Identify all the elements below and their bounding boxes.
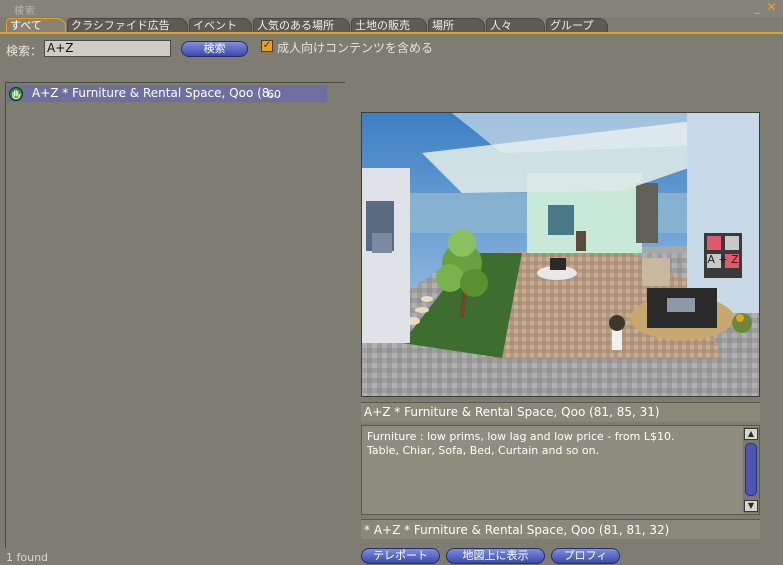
scroll-up-icon[interactable]: ▲: [744, 428, 758, 440]
tab-people[interactable]: 人々: [486, 18, 545, 32]
tab-divider: [0, 32, 783, 34]
tab-land-sales[interactable]: 土地の販売: [351, 18, 427, 32]
snapshot-scene: A + Z: [362, 113, 759, 396]
title-bar[interactable]: [0, 0, 783, 17]
parcel-location: * A+Z * Furniture & Rental Space, Qoo (8…: [361, 519, 760, 539]
tab-classifieds[interactable]: クラシファイド広告: [67, 18, 188, 32]
mature-content-checkbox[interactable]: ✓: [261, 40, 273, 52]
tab-popular-places[interactable]: 人気のある場所: [253, 18, 350, 32]
minimize-icon[interactable]: _: [751, 1, 764, 14]
teleport-button[interactable]: テレポート: [361, 548, 440, 564]
result-traffic: 60: [267, 88, 281, 101]
result-name: A+Z * Furniture & Rental Space, Qoo (8..…: [32, 86, 281, 100]
close-icon[interactable]: ✕: [765, 1, 778, 14]
tab-all[interactable]: すべて: [6, 18, 66, 32]
search-label: 検索：: [6, 44, 43, 58]
parcel-name: A+Z * Furniture & Rental Space, Qoo (81,…: [361, 402, 760, 422]
show-on-map-button[interactable]: 地図上に表示: [446, 548, 545, 564]
parcel-description[interactable]: Furniture : low prims, low lag and low p…: [361, 425, 760, 515]
description-line: Table, Chiar, Sofa, Bed, Curtain and so …: [367, 444, 600, 457]
profile-button[interactable]: プロフィ: [551, 548, 620, 564]
search-button[interactable]: 検索: [181, 41, 248, 57]
hand-icon: [9, 87, 23, 101]
tab-events[interactable]: イベント: [189, 18, 252, 32]
results-count: 1 found: [6, 551, 49, 564]
window-title: 検索: [14, 6, 36, 17]
parcel-snapshot: A + Z: [361, 112, 760, 397]
search-input[interactable]: A+Z: [44, 40, 171, 57]
mature-content-label: 成人向けコンテンツを含める: [277, 41, 434, 55]
scroll-thumb[interactable]: [745, 443, 757, 496]
results-list[interactable]: [5, 82, 345, 548]
scroll-down-icon[interactable]: ▼: [744, 500, 758, 512]
tab-places[interactable]: 場所: [428, 18, 485, 32]
shop-sign-text: A + Z: [707, 253, 739, 266]
description-line: Furniture : low prims, low lag and low p…: [367, 430, 675, 443]
tab-groups[interactable]: グループ: [546, 18, 608, 32]
